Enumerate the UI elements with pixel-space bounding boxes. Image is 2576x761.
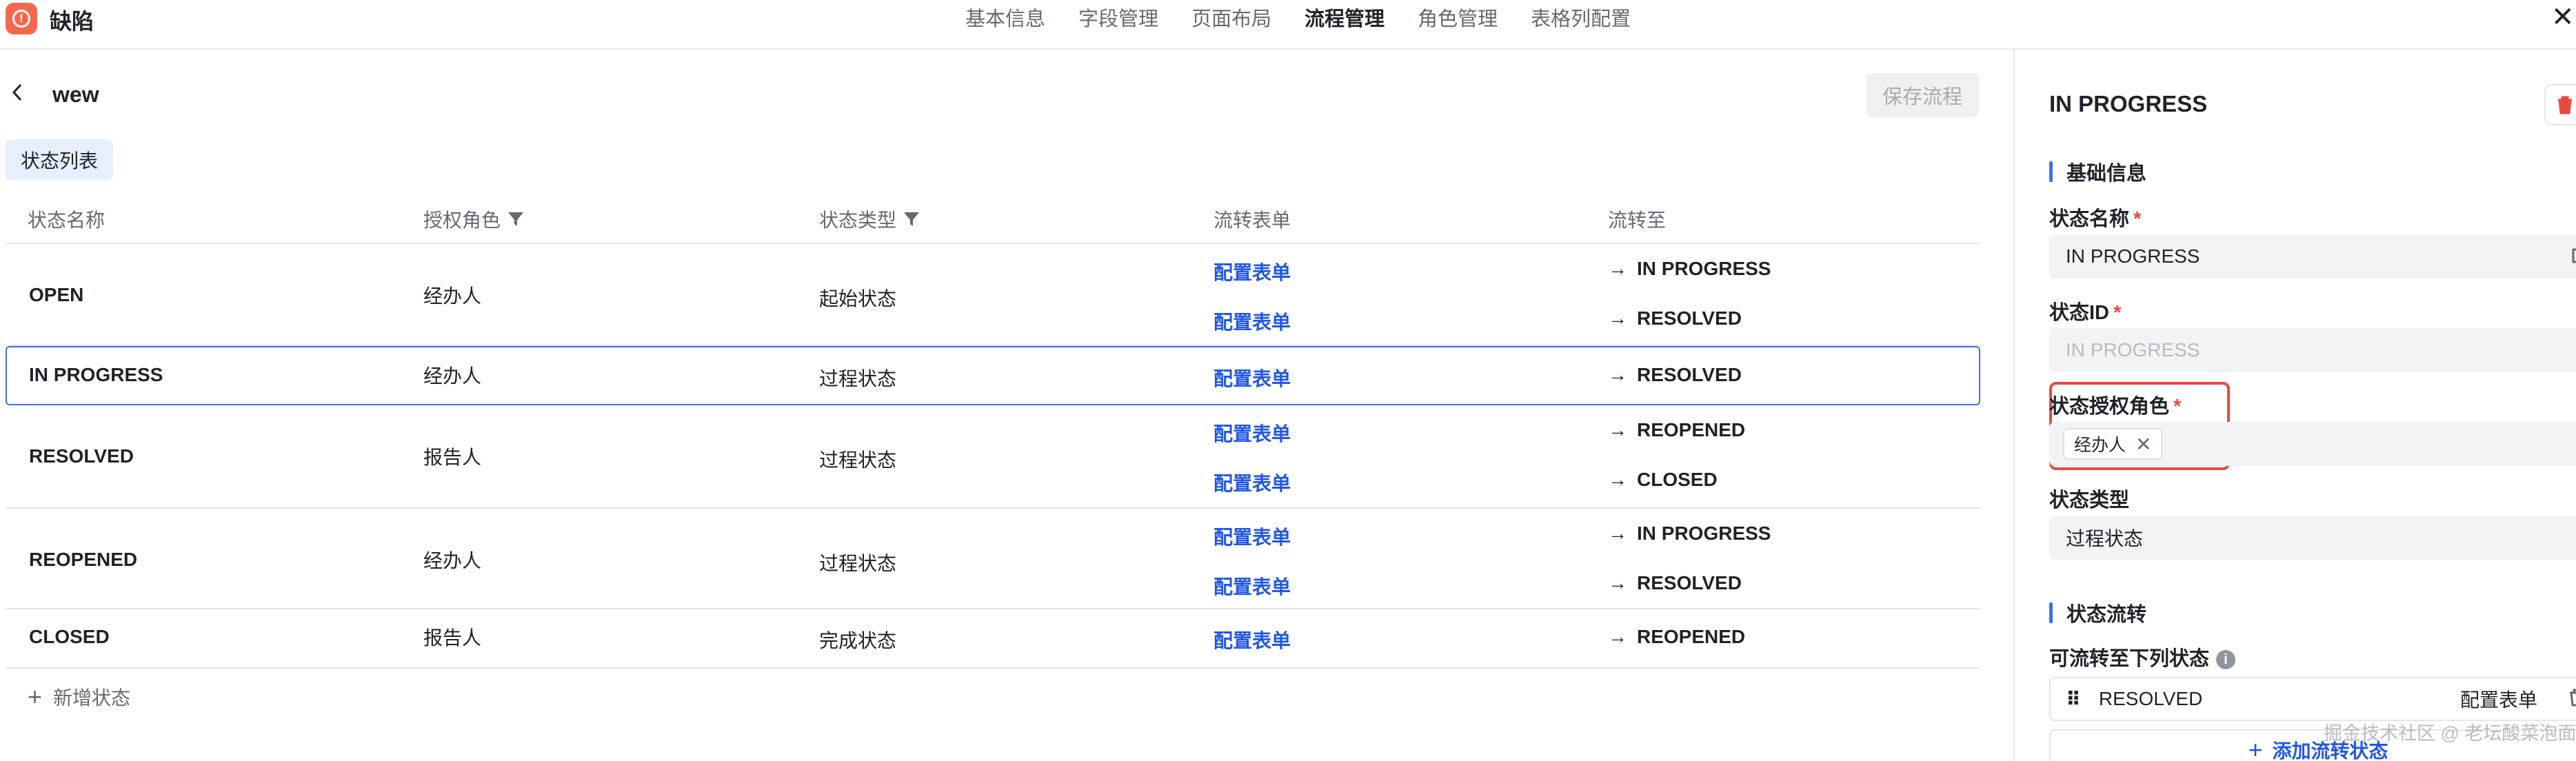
col-status-type: 状态类型 bbox=[819, 205, 921, 233]
flow-to-target: → IN PROGRESS bbox=[1608, 258, 1771, 279]
status-name: OPEN bbox=[29, 284, 84, 305]
arrow-right-icon: → bbox=[1608, 419, 1627, 440]
drag-handle-icon[interactable]: ⠿ bbox=[2066, 688, 2081, 711]
flow-to-target: → REOPENED bbox=[1608, 626, 1746, 647]
config-form-link[interactable]: 配置表单 bbox=[1214, 522, 1291, 550]
table-header: 状态名称 授权角色 状态类型 流转表单 流转至 bbox=[6, 196, 1980, 244]
table-row[interactable]: REOPENED 经办人 过程状态 配置表单 配置表单 → IN PROGRESS… bbox=[6, 509, 1980, 609]
status-type-label: 状态类型 bbox=[2049, 489, 2130, 511]
status-role-select[interactable]: 经办人 ✕ bbox=[2049, 422, 2576, 466]
header-row: wew bbox=[10, 80, 99, 109]
info-icon[interactable]: i bbox=[2216, 650, 2236, 670]
trash-icon bbox=[2558, 96, 2572, 114]
status-type: 过程状态 bbox=[819, 368, 897, 389]
flow-to-target: → RESOLVED bbox=[1608, 307, 1742, 329]
arrow-right-icon: → bbox=[1608, 522, 1627, 544]
config-form-link[interactable]: 配置表单 bbox=[1214, 258, 1291, 285]
config-form-link[interactable]: 配置表单 bbox=[1214, 364, 1291, 392]
app-title: 缺陷 bbox=[50, 9, 94, 34]
basic-info-section: 基础信息 bbox=[2049, 157, 2146, 186]
arrow-right-icon: → bbox=[1608, 469, 1627, 490]
tab-status-list[interactable]: 状态列表 bbox=[6, 139, 114, 181]
auth-role: 报告人 bbox=[423, 627, 482, 649]
tab-table-columns[interactable]: 表格列配置 bbox=[1531, 3, 1631, 32]
remove-tag-icon[interactable]: ✕ bbox=[2135, 433, 2151, 456]
table-row[interactable]: CLOSED 报告人 完成状态 配置表单 → REOPENED bbox=[6, 609, 1980, 669]
config-form-link[interactable]: 配置表单 bbox=[1214, 307, 1291, 335]
save-flow-button[interactable]: 保存流程 bbox=[1866, 73, 1979, 117]
arrow-right-icon: → bbox=[1608, 258, 1627, 279]
top-bar: ! 缺陷 基本信息 字段管理 页面布局 流程管理 角色管理 表格列配置 ✕ bbox=[0, 0, 2576, 50]
status-id-field: IN PROGRESS bbox=[2049, 328, 2576, 372]
detail-title: IN PROGRESS bbox=[2049, 91, 2208, 116]
status-name-field[interactable]: IN PROGRESS bbox=[2049, 234, 2576, 278]
filter-icon[interactable] bbox=[902, 210, 921, 229]
arrow-right-icon: → bbox=[1608, 626, 1627, 647]
plus-icon: + bbox=[2248, 735, 2263, 761]
flow-to-target: → RESOLVED bbox=[1608, 364, 1742, 385]
flow-item: ⠿ RESOLVED 配置表单 bbox=[2049, 677, 2576, 721]
back-arrow-icon[interactable] bbox=[10, 80, 37, 109]
auth-role: 经办人 bbox=[423, 285, 482, 307]
auth-role: 报告人 bbox=[423, 447, 482, 468]
arrow-right-icon: → bbox=[1608, 572, 1627, 593]
config-form-link[interactable]: 配置表单 bbox=[1214, 419, 1291, 447]
status-name: IN PROGRESS bbox=[29, 364, 163, 385]
tab-role-management[interactable]: 角色管理 bbox=[1418, 3, 1498, 32]
col-status-name: 状态名称 bbox=[28, 210, 105, 231]
col-auth-role: 授权角色 bbox=[423, 205, 525, 233]
table-row[interactable]: OPEN 经办人 起始状态 配置表单 配置表单 → IN PROGRESS → RE… bbox=[6, 244, 1980, 346]
watermark: 掘金技术社区 @ 老坛酸菜泡面 bbox=[2324, 723, 2576, 744]
config-form-link[interactable]: 配置表单 bbox=[1214, 572, 1291, 600]
tab-page-layout[interactable]: 页面布局 bbox=[1191, 3, 1271, 32]
status-type: 起始状态 bbox=[819, 288, 897, 310]
status-type: 完成状态 bbox=[819, 630, 897, 651]
auth-role: 经办人 bbox=[423, 365, 482, 387]
flow-to-target: → REOPENED bbox=[1608, 419, 1746, 440]
filter-icon[interactable] bbox=[506, 210, 525, 229]
tab-field-management[interactable]: 字段管理 bbox=[1078, 3, 1158, 32]
app-icon: ! bbox=[6, 3, 37, 34]
status-name: CLOSED bbox=[29, 626, 110, 647]
trash-icon[interactable] bbox=[2568, 688, 2576, 707]
flow-section: 状态流转 bbox=[2049, 598, 2146, 627]
flow-to-target: → RESOLVED bbox=[1608, 572, 1742, 593]
flow-editor: wew 保存流程 状态列表 状态名称 授权角色 状态类型 流转表单 流转至 OP… bbox=[0, 50, 2013, 761]
arrow-right-icon: → bbox=[1608, 364, 1627, 385]
role-tag: 经办人 ✕ bbox=[2063, 428, 2163, 460]
status-type: 过程状态 bbox=[819, 553, 897, 574]
table-row[interactable]: RESOLVED 报告人 过程状态 配置表单 配置表单 → REOPENED → C… bbox=[6, 405, 1980, 509]
flow-to-target: → IN PROGRESS bbox=[1608, 522, 1771, 544]
edit-icon[interactable] bbox=[2572, 247, 2576, 265]
status-type: 过程状态 bbox=[819, 449, 897, 471]
arrow-right-icon: → bbox=[1608, 307, 1627, 329]
status-table: 状态名称 授权角色 状态类型 流转表单 流转至 OPEN 经办人 起始状态 配置… bbox=[6, 196, 1980, 669]
status-type-select[interactable]: 过程状态 bbox=[2049, 516, 2576, 560]
status-role-label: 状态授权角色 * bbox=[2049, 396, 2182, 418]
top-nav: 基本信息 字段管理 页面布局 流程管理 角色管理 表格列配置 bbox=[965, 3, 1664, 32]
flow-name: wew bbox=[52, 81, 99, 107]
auth-role: 经办人 bbox=[423, 550, 482, 571]
col-flow-form: 流转表单 bbox=[1214, 210, 1291, 231]
plus-icon: + bbox=[28, 682, 43, 711]
add-state-button[interactable]: + 新增状态 bbox=[28, 682, 130, 711]
tab-basic-info[interactable]: 基本信息 bbox=[965, 3, 1045, 32]
col-flow-to: 流转至 bbox=[1608, 210, 1667, 231]
status-detail-panel: IN PROGRESS 基础信息 状态名称 * IN PROGRESS 状态ID *… bbox=[2013, 50, 2576, 761]
table-row[interactable]: IN PROGRESS 经办人 过程状态 配置表单 → RESOLVED bbox=[6, 346, 1980, 405]
config-form-link[interactable]: 配置表单 bbox=[2460, 685, 2537, 713]
tab-flow-management[interactable]: 流程管理 bbox=[1305, 3, 1385, 32]
status-id-label: 状态ID * bbox=[2049, 302, 2122, 324]
config-form-link[interactable]: 配置表单 bbox=[1214, 469, 1291, 496]
close-icon[interactable]: ✕ bbox=[2551, 1, 2575, 33]
status-name: REOPENED bbox=[29, 549, 138, 570]
flow-to-label: 可流转至下列状态 i bbox=[2049, 642, 2236, 671]
config-form-link[interactable]: 配置表单 bbox=[1214, 626, 1291, 653]
flow-to-target: → CLOSED bbox=[1608, 469, 1718, 490]
delete-status-button[interactable] bbox=[2544, 84, 2576, 125]
status-name-label: 状态名称 * bbox=[2049, 208, 2142, 230]
status-name: RESOLVED bbox=[29, 445, 134, 467]
